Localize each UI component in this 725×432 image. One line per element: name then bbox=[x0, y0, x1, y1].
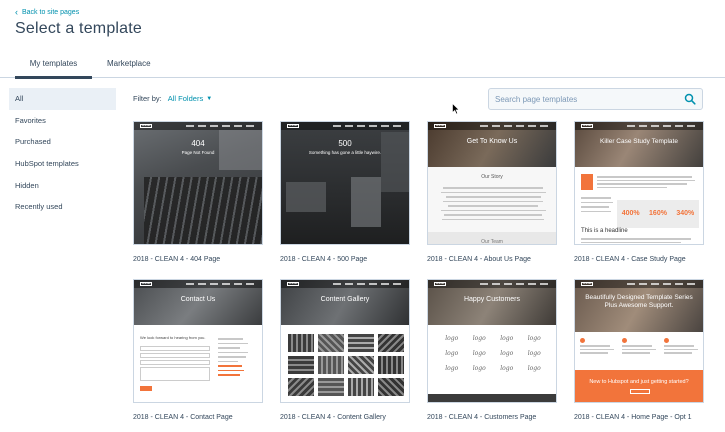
thumb-section-title: Our Story bbox=[481, 174, 503, 180]
template-card-home-page[interactable]: CLEAN Beautifully Designed Template Seri… bbox=[574, 279, 704, 421]
search-icon[interactable] bbox=[684, 93, 696, 105]
folder-filter-dropdown[interactable]: All Folders bbox=[168, 94, 203, 103]
stat-value: 340% bbox=[676, 210, 695, 217]
clean-logo: CLEAN bbox=[287, 124, 299, 128]
thumb-hero-title: Content Gallery bbox=[320, 296, 370, 303]
stat-value: 160% bbox=[649, 210, 667, 217]
sidebar: All Favorites Purchased HubSpot template… bbox=[9, 88, 116, 218]
template-card-404[interactable]: CLEAN 404 Page Not Found 2018 - CLEAN 4 … bbox=[133, 121, 263, 263]
page-title: Select a template bbox=[15, 20, 143, 37]
thumb-headline: This is a headline bbox=[581, 228, 628, 234]
thumb-hero-title: 500 bbox=[338, 139, 352, 148]
template-card-case-study[interactable]: CLEAN Killer Case Study Template 400% 16… bbox=[574, 121, 704, 263]
sidebar-item-recently-used[interactable]: Recently used bbox=[9, 196, 116, 218]
sidebar-item-hubspot-templates[interactable]: HubSpot templates bbox=[9, 153, 116, 175]
thumb-footer-title: Our Team bbox=[481, 239, 503, 245]
customer-logo: logo bbox=[500, 335, 514, 342]
template-card-contact[interactable]: CLEAN Contact Us We look forward to hear… bbox=[133, 279, 263, 421]
template-thumbnail[interactable]: CLEAN Get To Know Us Our Story Our Team bbox=[427, 121, 557, 245]
sidebar-item-favorites[interactable]: Favorites bbox=[9, 110, 116, 132]
tab-bar: My templates Marketplace bbox=[0, 53, 725, 79]
thumb-hero-title: Beautifully Designed Template Series Plu… bbox=[585, 294, 693, 309]
clean-logo: CLEAN bbox=[287, 282, 299, 286]
template-card-label: 2018 - CLEAN 4 - Contact Page bbox=[133, 414, 233, 421]
thumb-hero-title: Happy Customers bbox=[463, 296, 521, 303]
clean-logo: CLEAN bbox=[140, 124, 152, 128]
template-card-label: 2018 - CLEAN 4 - 404 Page bbox=[133, 256, 221, 263]
template-card-label: 2018 - CLEAN 4 - Case Study Page bbox=[574, 256, 686, 263]
template-thumbnail[interactable]: CLEAN Contact Us We look forward to hear… bbox=[133, 279, 263, 403]
thumb-hero-title: Killer Case Study Template bbox=[600, 138, 678, 145]
template-card-label: 2018 - CLEAN 4 - Home Page - Opt 1 bbox=[574, 414, 692, 421]
template-card-label: 2018 - CLEAN 4 - Content Gallery bbox=[280, 414, 386, 421]
mouse-cursor-icon bbox=[452, 103, 460, 115]
template-card-customers[interactable]: CLEAN Happy Customers logo logo logo log… bbox=[427, 279, 557, 421]
back-link-label: Back to site pages bbox=[22, 9, 80, 16]
sidebar-item-hidden[interactable]: Hidden bbox=[9, 174, 116, 196]
clean-logo: CLEAN bbox=[581, 282, 593, 286]
customer-logo: logo bbox=[445, 350, 459, 357]
template-grid: CLEAN 404 Page Not Found 2018 - CLEAN 4 … bbox=[133, 121, 713, 432]
customer-logo: logo bbox=[445, 335, 459, 342]
thumb-body-text: We look forward to hearing from you. bbox=[140, 335, 206, 340]
sidebar-item-all[interactable]: All bbox=[9, 88, 116, 110]
stat-value: 400% bbox=[621, 210, 640, 217]
search-box bbox=[488, 88, 703, 110]
template-card-label: 2018 - CLEAN 4 - 500 Page bbox=[280, 256, 368, 263]
tab-marketplace[interactable]: Marketplace bbox=[107, 59, 151, 76]
thumb-hero-title: Contact Us bbox=[180, 296, 216, 303]
template-card-about-us[interactable]: CLEAN Get To Know Us Our Story Our Team … bbox=[427, 121, 557, 263]
thumb-hero-title: 404 bbox=[191, 139, 205, 148]
template-thumbnail[interactable]: CLEAN Happy Customers logo logo logo log… bbox=[427, 279, 557, 403]
back-to-site-pages-link[interactable]: ‹ Back to site pages bbox=[15, 7, 80, 17]
template-thumbnail[interactable]: CLEAN 500 Something has gone a little ha… bbox=[280, 121, 410, 245]
template-card-label: 2018 - CLEAN 4 - About Us Page bbox=[427, 256, 531, 263]
customer-logo: logo bbox=[445, 365, 459, 372]
template-thumbnail[interactable]: CLEAN Killer Case Study Template 400% 16… bbox=[574, 121, 704, 245]
folder-filter: Filter by: All Folders ▼ bbox=[133, 94, 212, 103]
template-thumbnail[interactable]: CLEAN Content Gallery bbox=[280, 279, 410, 403]
chevron-left-icon: ‹ bbox=[15, 7, 18, 17]
clean-logo: CLEAN bbox=[434, 282, 446, 286]
thumb-banner-text: New to Hubspot and just getting started? bbox=[589, 379, 689, 385]
customer-logo: logo bbox=[527, 335, 541, 342]
template-card-500[interactable]: CLEAN 500 Something has gone a little ha… bbox=[280, 121, 410, 263]
customer-logo: logo bbox=[500, 350, 514, 357]
caret-down-icon[interactable]: ▼ bbox=[206, 96, 212, 102]
clean-logo: CLEAN bbox=[434, 124, 446, 128]
customer-logo: logo bbox=[527, 350, 541, 357]
template-card-label: 2018 - CLEAN 4 - Customers Page bbox=[427, 414, 537, 421]
tab-my-templates[interactable]: My templates bbox=[15, 59, 92, 79]
customer-logo: logo bbox=[472, 365, 486, 372]
search-input[interactable] bbox=[495, 94, 684, 104]
clean-logo: CLEAN bbox=[581, 124, 593, 128]
customer-logo: logo bbox=[472, 350, 486, 357]
sidebar-item-purchased[interactable]: Purchased bbox=[9, 131, 116, 153]
template-card-content-gallery[interactable]: CLEAN Content Gallery 2018 - CLEAN 4 - C… bbox=[280, 279, 410, 421]
thumb-hero-subtitle: Page Not Found bbox=[181, 150, 215, 155]
thumb-hero-title: Get To Know Us bbox=[466, 138, 518, 145]
thumb-hero-subtitle: Something has gone a little haywire. bbox=[308, 150, 382, 155]
template-thumbnail[interactable]: CLEAN 404 Page Not Found bbox=[133, 121, 263, 245]
template-thumbnail[interactable]: CLEAN Beautifully Designed Template Seri… bbox=[574, 279, 704, 403]
customer-logo: logo bbox=[500, 365, 514, 372]
customer-logo: logo bbox=[472, 335, 486, 342]
customer-logo: logo bbox=[527, 365, 541, 372]
filter-label: Filter by: bbox=[133, 94, 162, 103]
clean-logo: CLEAN bbox=[140, 282, 152, 286]
